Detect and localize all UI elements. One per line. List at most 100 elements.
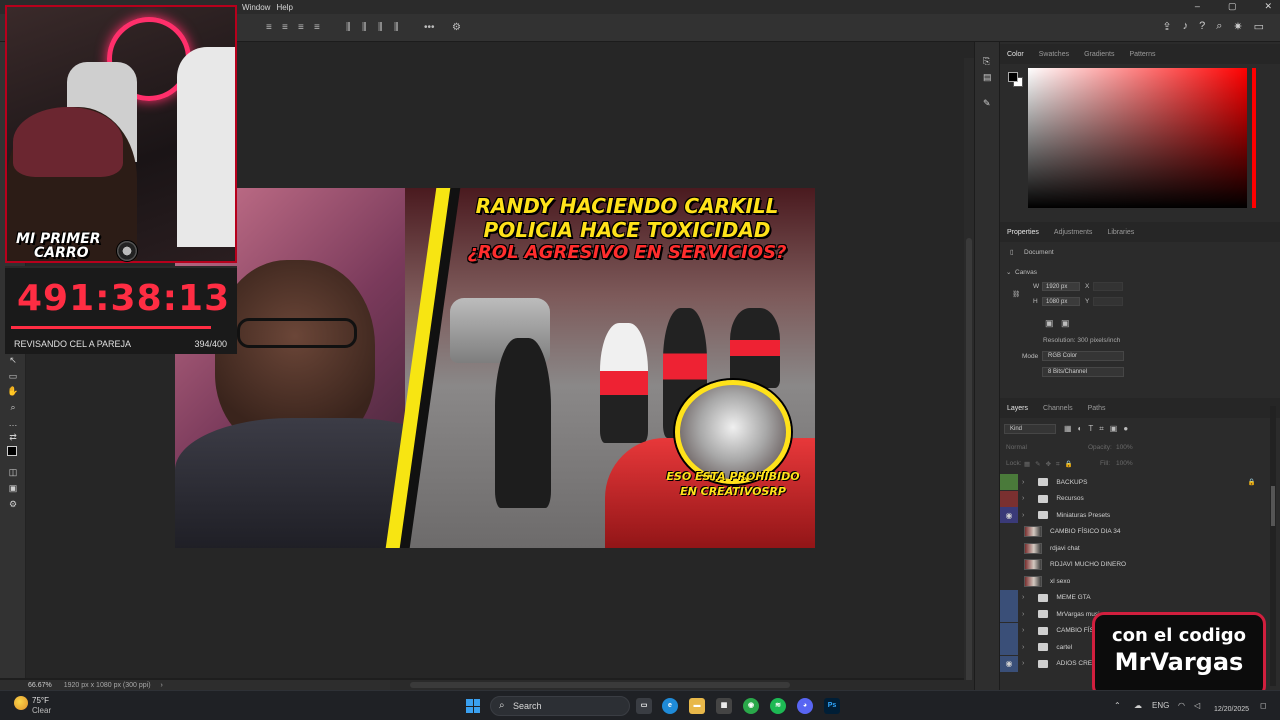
language-indicator[interactable]: ENG [1152,701,1169,710]
group-expand-chevron-icon[interactable]: › [1022,660,1024,667]
tab-layers[interactable]: Layers [1007,405,1028,412]
weather-temperature[interactable]: 75°F [32,696,49,705]
group-expand-chevron-icon[interactable]: › [1022,495,1024,502]
layers-scrollbar[interactable] [1270,406,1276,686]
tray-app-icon[interactable]: ☁ [1134,701,1142,710]
search-icon[interactable]: ⌕ [1216,20,1222,33]
vertical-scroll-thumb[interactable] [966,238,972,698]
task-view-icon[interactable]: ▭ [636,698,652,714]
layer-visibility-eye-icon[interactable] [1000,589,1018,606]
status-menu-arrow[interactable]: › [161,682,163,689]
document-canvas[interactable]: RANDY HACIENDO CARKILL POLICIA HACE TOXI… [175,188,815,548]
blend-mode-select[interactable]: Normal [1006,444,1027,451]
layer-visibility-eye-icon[interactable]: ◉ [1000,507,1018,523]
tab-paths[interactable]: Paths [1088,405,1106,412]
hand-tool-icon[interactable]: ✋ [7,386,19,396]
taskbar-search[interactable]: ⌕ Search [490,696,630,716]
opacity-value[interactable]: 100% [1116,444,1133,451]
align-right-icon[interactable]: ≡ [298,22,304,33]
distribute-icon[interactable]: ⫼ [394,22,399,33]
color-picker-field[interactable] [1028,68,1247,208]
spotify-icon[interactable]: ≋ [770,698,786,714]
layer-visibility-eye-icon[interactable] [1000,622,1018,639]
horizontal-scroll-thumb[interactable] [410,682,790,688]
bit-depth-select[interactable]: 8 Bits/Channel [1042,367,1124,377]
layer-visibility-eye-icon[interactable]: ◉ [1000,655,1018,672]
group-expand-chevron-icon[interactable]: › [1022,512,1024,519]
layer-row[interactable]: › MEME GTA [1000,589,1270,606]
layer-visibility-eye-icon[interactable] [1000,490,1018,507]
layer-row[interactable]: › Recursos [1000,490,1270,507]
horizontal-scrollbar[interactable] [390,680,974,690]
more-options-icon[interactable]: ••• [424,22,435,33]
foreground-color-swatch[interactable] [1008,72,1018,82]
brush-settings-icon[interactable]: ✎ [983,98,991,109]
hue-slider[interactable] [1252,68,1256,208]
layer-row[interactable]: ◉ › Miniaturas Presets [1000,507,1270,523]
layer-visibility-eye-icon[interactable] [1000,474,1018,490]
tray-overflow-icon[interactable]: ⌃ [1114,701,1121,710]
quick-mask-icon[interactable]: ◫ [7,467,19,477]
tab-gradients[interactable]: Gradients [1084,51,1114,58]
store-icon[interactable]: ▦ [716,698,732,714]
help-icon[interactable]: ? [1199,20,1205,33]
height-field[interactable]: 1080 px [1042,297,1080,306]
tab-patterns[interactable]: Patterns [1129,51,1155,58]
zoom-level[interactable]: 66.67% [28,682,52,689]
swap-colors-icon[interactable]: ⇄ [7,432,19,442]
layer-visibility-eye-icon[interactable] [1000,573,1018,589]
align-top-icon[interactable]: ⫼ [346,22,351,33]
orientation-portrait-icon[interactable]: ▣ [1045,318,1054,329]
tab-properties[interactable]: Properties [1007,229,1039,236]
zoom-tool-icon[interactable]: ⌕ [7,402,19,412]
y-field[interactable] [1093,297,1123,306]
layer-lock-icon[interactable]: 🔒 [1248,478,1256,486]
edge-browser-icon[interactable]: e [662,698,678,714]
layer-row[interactable]: xl sexo [1000,573,1270,589]
tab-libraries[interactable]: Libraries [1107,229,1134,236]
layer-visibility-eye-icon[interactable] [1000,557,1018,573]
menu-help[interactable]: Help [276,3,292,12]
layer-visibility-eye-icon[interactable] [1000,639,1018,655]
taskbar-date[interactable]: 12/20/2025 [1214,706,1249,713]
discover-icon[interactable]: ✷ [1233,20,1242,33]
layer-row[interactable]: › BACKUPS 🔒 [1000,474,1270,490]
edit-toolbar-icon[interactable]: ⚙ [7,499,19,509]
history-icon[interactable]: ⎘ [983,56,990,67]
menu-window[interactable]: Window [242,3,270,12]
wifi-icon[interactable]: ◠ [1178,701,1185,710]
workspace-icon[interactable]: ▭ [1254,20,1264,33]
move-tool-icon[interactable]: ↖ [7,355,19,365]
layer-visibility-eye-icon[interactable] [1000,524,1018,540]
photoshop-taskbar-icon[interactable]: Ps [824,698,840,714]
layers-scroll-thumb[interactable] [1271,486,1275,526]
group-expand-chevron-icon[interactable]: › [1022,644,1024,651]
foreground-color-swatch[interactable] [7,446,17,456]
notifications-icon[interactable]: ♪ [1183,20,1189,33]
comments-icon[interactable]: ▤ [983,72,992,83]
notification-bell-icon[interactable]: ◻ [1260,701,1267,710]
layer-filter-kind[interactable]: Kind [1004,424,1056,434]
tab-swatches[interactable]: Swatches [1039,51,1069,58]
chrome-icon[interactable]: ◉ [743,698,759,714]
volume-icon[interactable]: ◁ [1194,701,1200,710]
tab-adjustments[interactable]: Adjustments [1054,229,1093,236]
minimize-icon[interactable]: – [1195,1,1200,12]
file-explorer-icon[interactable]: ▬ [689,698,705,714]
align-bottom-icon[interactable]: ⫼ [378,22,383,33]
align-center-icon[interactable]: ≡ [282,22,288,33]
tab-channels[interactable]: Channels [1043,405,1073,412]
layer-filter-icons[interactable]: ▦◐T⌗▣● [1064,424,1134,434]
discord-icon[interactable]: ◕ [797,698,813,714]
layer-visibility-eye-icon[interactable] [1000,606,1018,622]
link-dimensions-icon[interactable]: ⛓ [1012,290,1020,298]
align-justify-icon[interactable]: ≡ [314,22,320,33]
settings-gear-icon[interactable]: ⚙ [452,22,461,33]
maximize-icon[interactable]: ▢ [1228,1,1237,12]
group-expand-chevron-icon[interactable]: › [1022,627,1024,634]
tab-color[interactable]: Color [1007,51,1024,58]
color-mode-select[interactable]: RGB Color [1042,351,1124,361]
orientation-landscape-icon[interactable]: ▣ [1061,318,1070,329]
start-button-icon[interactable] [466,699,480,713]
rectangle-tool-icon[interactable]: ▭ [7,371,19,381]
